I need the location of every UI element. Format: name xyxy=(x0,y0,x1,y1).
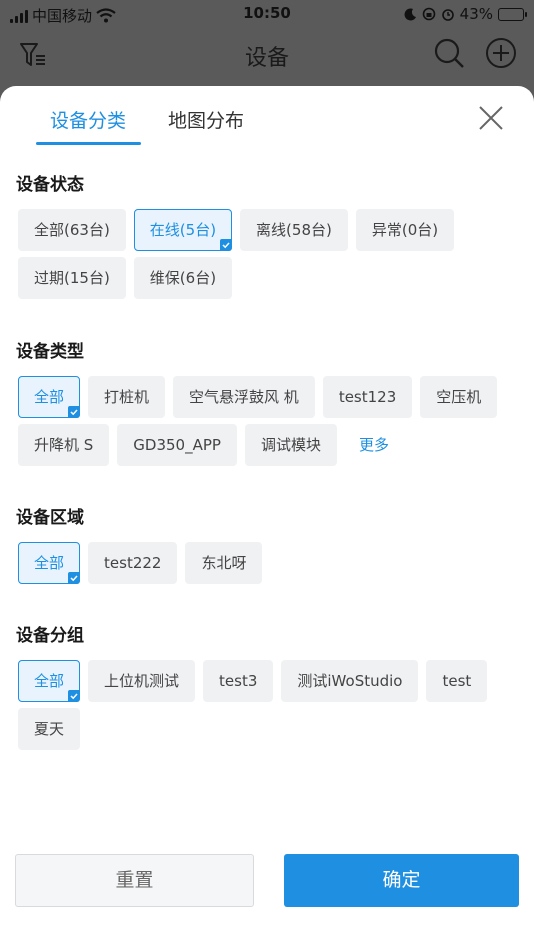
tab-map-distribution[interactable]: 地图分布 xyxy=(168,106,244,133)
filter-chip[interactable]: 全部 xyxy=(18,376,81,418)
filter-chip[interactable]: 过期(15台) xyxy=(18,257,126,299)
section-title-type: 设备类型 xyxy=(16,342,84,362)
chip-label: 空气悬浮鼓风 机 xyxy=(189,388,299,406)
chip-label: 测试iWoStudio xyxy=(297,672,403,690)
chip-label: 全部(63台) xyxy=(34,221,110,239)
battery-percent: 43% xyxy=(459,5,493,23)
battery-icon xyxy=(498,7,527,21)
chip-label: 夏天 xyxy=(34,720,65,738)
tab-device-category[interactable]: 设备分类 xyxy=(50,106,126,133)
rotation-lock-icon xyxy=(422,7,435,21)
checkmark-icon xyxy=(220,239,233,251)
chip-label: 升降机 S xyxy=(34,436,94,454)
confirm-button[interactable]: 确定 xyxy=(284,854,519,907)
chip-group-status: 全部(63台) 在线(5台) 离线(58台) 异常(0台) 过期(15台) 维保(6台) xyxy=(18,209,518,299)
filter-chip[interactable]: test123 xyxy=(322,376,413,418)
chip-group-type: 全部 打桩机 空气悬浮鼓风 机 test123 空压机升降机 S GD350_APP 调试模… xyxy=(18,376,518,466)
filter-chip[interactable]: 升降机 S xyxy=(18,424,110,466)
filter-chip[interactable]: 空气悬浮鼓风 机 xyxy=(173,376,315,418)
filter-chip[interactable]: 全部(63台) xyxy=(18,209,126,251)
search-icon[interactable] xyxy=(432,36,466,70)
add-circle-icon[interactable] xyxy=(484,36,518,70)
tab-active-indicator xyxy=(36,142,141,145)
chip-label: 调试模块 xyxy=(260,436,321,454)
section-title-group: 设备分组 xyxy=(16,626,84,646)
chip-label: 上位机测试 xyxy=(104,672,180,690)
chip-label: 离线(58台) xyxy=(256,221,332,239)
moon-icon xyxy=(404,7,416,20)
filter-chip[interactable]: 夏天 xyxy=(18,708,81,750)
filter-chip[interactable]: 全部 xyxy=(18,542,81,584)
filter-chip[interactable]: 维保(6台) xyxy=(133,257,233,299)
chip-label: 东北呀 xyxy=(201,554,247,572)
nav-bar: 设备 xyxy=(0,28,534,84)
filter-sheet: 设备分类 地图分布 设备状态 全部(63台) 在线(5台) 离线(58台) 异常(0台… xyxy=(0,86,534,950)
chip-label: 在线(5台) xyxy=(149,221,217,239)
checkmark-icon xyxy=(68,572,81,584)
checkmark-icon xyxy=(68,690,81,702)
filter-chip[interactable]: GD350_APP xyxy=(117,424,237,466)
filter-chip[interactable]: 全部 xyxy=(18,660,81,702)
close-icon[interactable] xyxy=(476,103,506,133)
chip-label: 全部 xyxy=(34,554,65,572)
chip-label: 过期(15台) xyxy=(34,269,110,287)
filter-chip[interactable]: 离线(58台) xyxy=(240,209,348,251)
alarm-icon xyxy=(441,9,454,21)
chip-group-area: 全部 test222 东北呀 xyxy=(18,542,518,584)
status-bar: 中国移动 10:50 43% xyxy=(0,0,534,28)
filter-chip[interactable]: test xyxy=(426,660,488,702)
reset-button[interactable]: 重置 xyxy=(15,854,254,907)
chip-label: GD350_APP xyxy=(133,436,221,454)
filter-chip[interactable]: 异常(0台) xyxy=(355,209,455,251)
chip-label: 异常(0台) xyxy=(371,221,439,239)
more-link[interactable]: 更多 xyxy=(345,424,403,466)
chip-label: 打桩机 xyxy=(104,388,150,406)
filter-chip[interactable]: 在线(5台) xyxy=(133,209,233,251)
chip-label: 全部 xyxy=(34,672,65,690)
section-title-area: 设备区域 xyxy=(16,508,84,528)
chip-label: test xyxy=(442,672,472,690)
tab-bar: 设备分类 地图分布 xyxy=(0,86,534,148)
chip-label: 全部 xyxy=(34,388,65,406)
filter-chip[interactable]: 调试模块 xyxy=(244,424,337,466)
footer: 重置 确定 xyxy=(0,854,534,914)
filter-chip[interactable]: 打桩机 xyxy=(88,376,166,418)
chip-group-group: 全部 上位机测试 test3 测试iWoStudio test 夏天 xyxy=(18,660,518,750)
chip-label: test3 xyxy=(219,672,258,690)
status-right: 43% xyxy=(404,5,527,23)
filter-chip[interactable]: 东北呀 xyxy=(185,542,263,584)
filter-chip[interactable]: test222 xyxy=(88,542,178,584)
chip-label: test123 xyxy=(338,388,397,406)
chip-label: 维保(6台) xyxy=(149,269,217,287)
filter-chip[interactable]: test3 xyxy=(203,660,274,702)
checkmark-icon xyxy=(68,406,81,418)
chip-label: test222 xyxy=(104,554,162,572)
filter-chip[interactable]: 空压机 xyxy=(420,376,498,418)
chip-label: 空压机 xyxy=(436,388,482,406)
filter-chip[interactable]: 上位机测试 xyxy=(88,660,196,702)
filter-chip[interactable]: 测试iWoStudio xyxy=(281,660,419,702)
section-title-status: 设备状态 xyxy=(16,175,84,195)
